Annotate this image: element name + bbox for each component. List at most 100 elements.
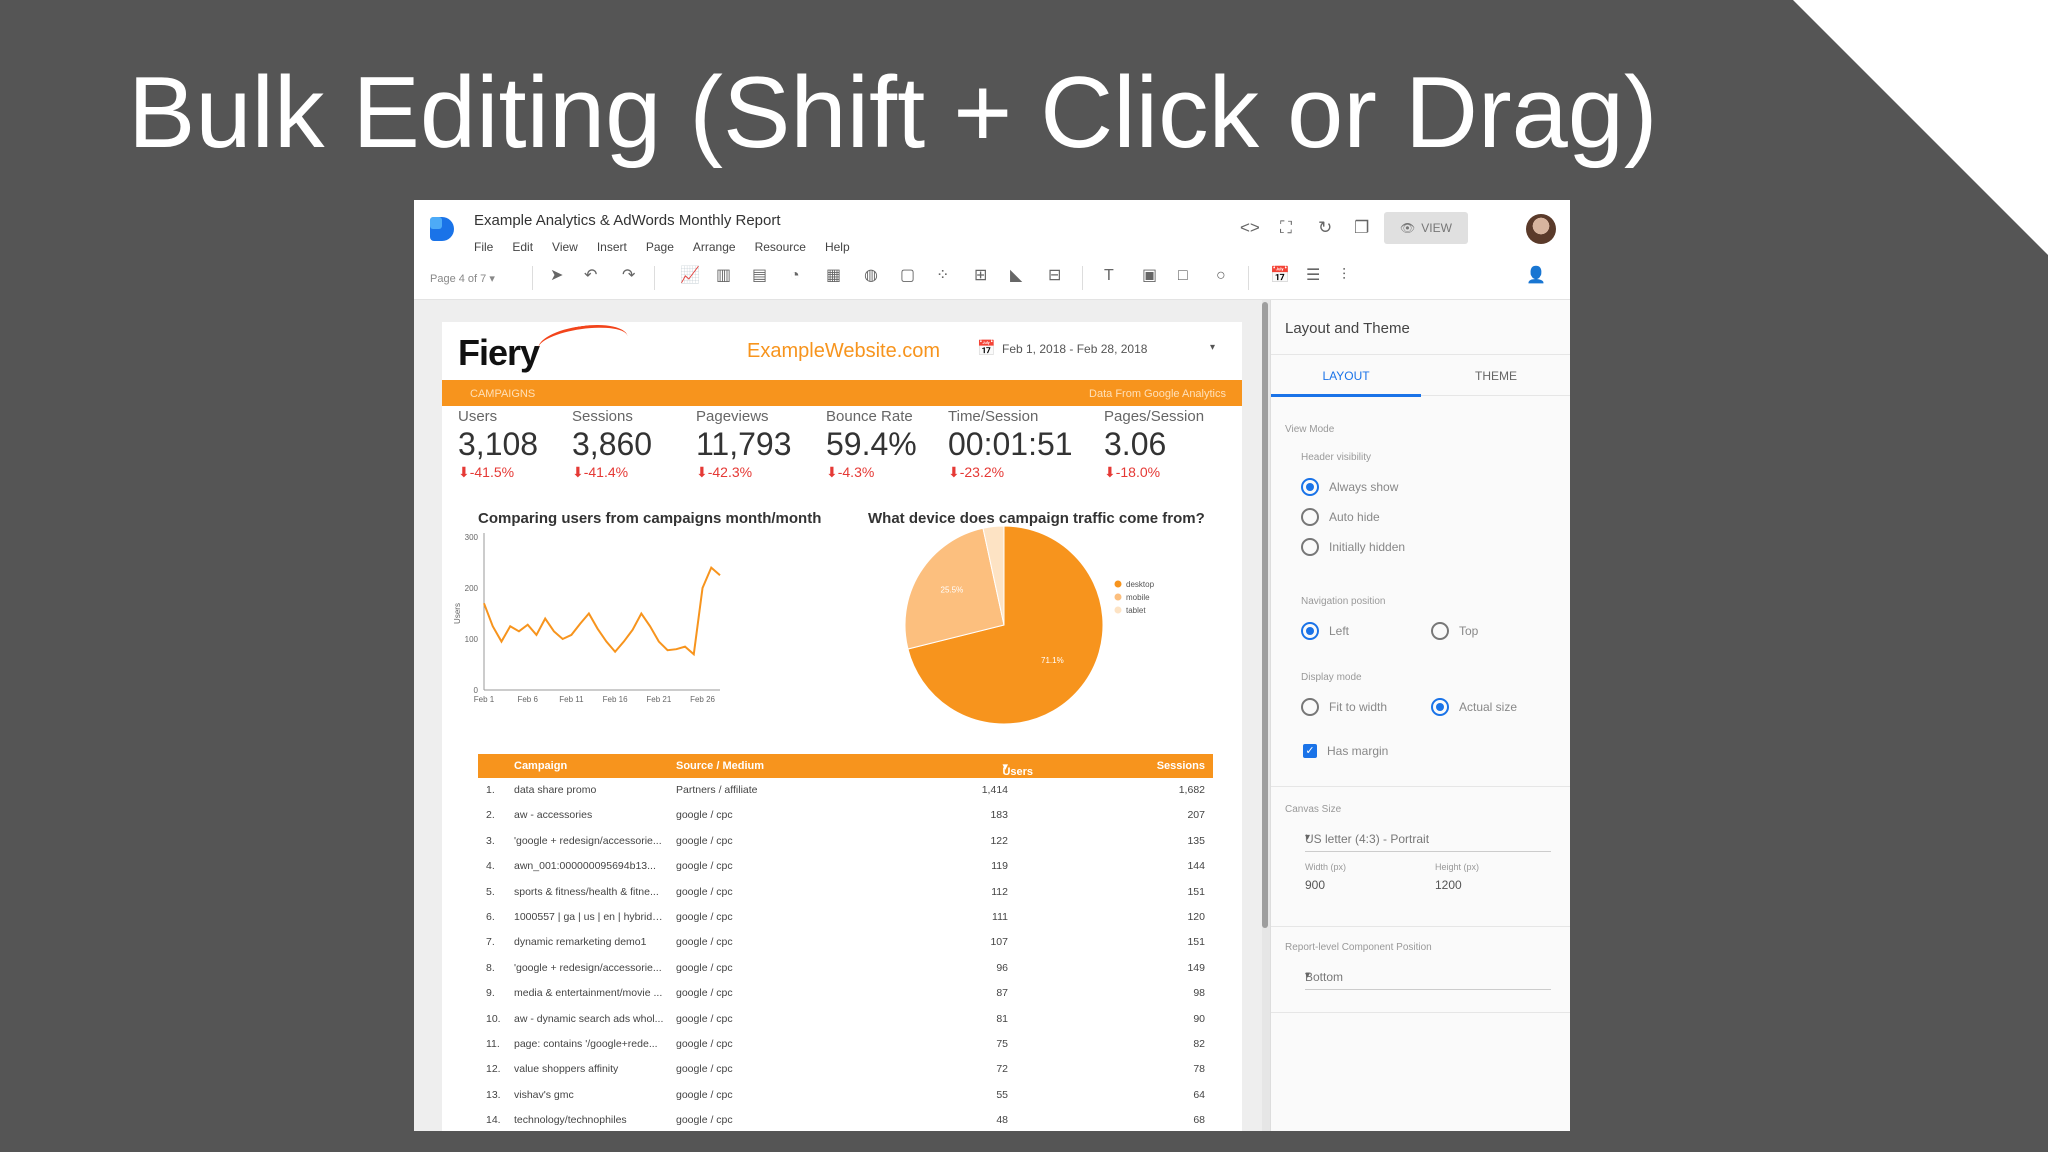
radio-initially-hidden[interactable]: Initially hidden [1301, 538, 1405, 556]
option-label: Fit to width [1329, 700, 1388, 714]
check-icon[interactable]: ✓ [1303, 744, 1317, 758]
copy-icon[interactable]: ❐ [1354, 218, 1369, 238]
circle-icon[interactable]: ○ [1216, 268, 1226, 284]
campaign-table[interactable]: Campaign Source / Medium Users ▾ Session… [478, 754, 1213, 1131]
radio-actual-size[interactable]: Actual size [1431, 698, 1517, 716]
cell-users: 87 [996, 987, 1008, 1000]
kpi-change: ⬇-18.0% [1104, 464, 1161, 480]
data-control-icon[interactable]: ⫶ [1342, 268, 1346, 284]
table-row[interactable]: 14. technology/technophiles google / cpc 48… [478, 1108, 1213, 1131]
menu-page[interactable]: Page [646, 240, 674, 254]
table-row[interactable]: 4. awn_001:000000095694b13... google / cpc… [478, 854, 1213, 879]
table-row[interactable]: 13. vishav's gmc google / cpc 55 64 [478, 1083, 1213, 1108]
header-campaign[interactable]: Campaign [514, 760, 664, 772]
menu-resource[interactable]: Resource [755, 240, 806, 254]
radio-button[interactable] [1301, 538, 1319, 556]
height-field[interactable]: Height (px) 1200 [1435, 862, 1479, 892]
radio-button[interactable] [1301, 698, 1319, 716]
tab-theme[interactable]: THEME [1421, 369, 1570, 383]
table-row[interactable]: 10. aw - dynamic search ads whol... google… [478, 1007, 1213, 1032]
document-title[interactable]: Example Analytics & AdWords Monthly Repo… [474, 212, 781, 229]
cell-campaign: 1000557 | ga | us | en | hybrid |... [514, 910, 664, 923]
cell-campaign: aw - dynamic search ads whol... [514, 1012, 664, 1025]
report-canvas[interactable]: Fiery ExampleWebsite.com 📅 Feb 1, 2018 -… [414, 300, 1262, 1131]
radio-nav-top[interactable]: Top [1431, 622, 1478, 640]
table-row[interactable]: 1. data share promo Partners / affiliate 1,… [478, 778, 1213, 803]
menu-help[interactable]: Help [825, 240, 850, 254]
width-field[interactable]: Width (px) 900 [1305, 862, 1346, 892]
radio-fit-to-width[interactable]: Fit to width [1301, 698, 1387, 716]
kpi-value: 59.4% [826, 426, 917, 462]
table-icon[interactable]: ▦ [826, 268, 841, 284]
cell-campaign: technology/technophiles [514, 1114, 627, 1127]
table-row[interactable]: 3. 'google + redesign/accessorie... google… [478, 829, 1213, 854]
table-row[interactable]: 5. sports & fitness/health & fitne... goog… [478, 880, 1213, 905]
header-users[interactable]: Users ▾ [1002, 760, 1033, 778]
table-row[interactable]: 11. page: contains '/google+rede... google… [478, 1032, 1213, 1057]
area-chart-icon[interactable]: ◣ [1010, 268, 1022, 284]
view-button[interactable]: 👁 VIEW [1384, 212, 1468, 244]
scorecard-icon[interactable]: ▢ [900, 268, 915, 284]
header-source[interactable]: Source / Medium [676, 760, 764, 772]
table-row[interactable]: 2. aw - accessories google / cpc 183 207 [478, 803, 1213, 828]
canvas-size-select[interactable]: US letter (4:3) - Portrait ▾ [1305, 824, 1551, 852]
table-row[interactable]: 8. 'google + redesign/accessorie... google… [478, 956, 1213, 981]
cell-sessions: 98 [1193, 987, 1205, 1000]
radio-nav-left[interactable]: Left [1301, 622, 1349, 640]
line-chart[interactable]: 0 100 200 300 Feb 1 Feb 6 Feb 11 Feb 16 Feb 21 Fe… [452, 522, 752, 712]
refresh-icon[interactable]: ↻ [1318, 218, 1332, 238]
radio-always-show[interactable]: Always show [1301, 478, 1398, 496]
pivot-table-icon[interactable]: ⊟ [1048, 268, 1061, 284]
scatter-chart-icon[interactable]: ⁘ [936, 268, 949, 284]
component-position-select[interactable]: Bottom ▾ [1305, 962, 1551, 990]
menu-file[interactable]: File [474, 240, 493, 254]
geo-map-icon[interactable]: ◍ [864, 268, 878, 284]
radio-button[interactable] [1431, 698, 1449, 716]
fullscreen-icon[interactable]: ⛶ [1280, 218, 1292, 238]
bar-chart-icon[interactable]: ▥ [716, 268, 731, 284]
filter-control-icon[interactable]: ☰ [1306, 268, 1320, 284]
cell-campaign: 'google + redesign/accessorie... [514, 834, 662, 847]
radio-auto-hide[interactable]: Auto hide [1301, 508, 1380, 526]
select-pointer-icon[interactable]: ➤ [550, 268, 563, 284]
radio-button[interactable] [1301, 508, 1319, 526]
code-icon[interactable]: <> [1240, 218, 1260, 238]
radio-button[interactable] [1301, 478, 1319, 496]
has-margin-checkbox[interactable]: ✓ Has margin [1303, 744, 1388, 758]
radio-button[interactable] [1431, 622, 1449, 640]
time-series-icon[interactable]: 📈 [680, 268, 700, 284]
row-number: 6. [486, 910, 495, 923]
redo-icon[interactable]: ↷ [622, 268, 635, 284]
combo-chart-icon[interactable]: ▤ [752, 268, 767, 284]
table-row[interactable]: 9. media & entertainment/movie ... google … [478, 981, 1213, 1006]
cell-source: google / cpc [676, 1037, 733, 1050]
avatar[interactable] [1526, 214, 1556, 244]
menu-insert[interactable]: Insert [597, 240, 627, 254]
table-row[interactable]: 7. dynamic remarketing demo1 google / cpc 1… [478, 930, 1213, 955]
date-range-icon[interactable]: 📅 [1270, 268, 1290, 284]
page-selector[interactable]: Page 4 of 7 ▾ [430, 272, 495, 285]
header-sessions[interactable]: Sessions [1157, 760, 1205, 772]
tab-layout[interactable]: LAYOUT [1271, 369, 1421, 383]
image-icon[interactable]: ▣ [1142, 268, 1157, 284]
chevron-down-icon[interactable]: ▾ [1210, 342, 1215, 353]
website-title[interactable]: ExampleWebsite.com [747, 340, 940, 363]
table-row[interactable]: 12. value shoppers affinity google / cpc 72… [478, 1057, 1213, 1082]
data-studio-logo-icon[interactable] [430, 217, 454, 241]
text-icon[interactable]: T [1104, 268, 1114, 284]
add-person-icon[interactable]: 👤 [1526, 268, 1546, 284]
date-range-control[interactable]: Feb 1, 2018 - Feb 28, 2018 [1002, 342, 1147, 356]
rectangle-icon[interactable]: □ [1178, 268, 1188, 284]
menu-edit[interactable]: Edit [512, 240, 533, 254]
pie-chart-icon[interactable]: ◔ [790, 268, 800, 284]
bullet-chart-icon[interactable]: ⊞ [974, 268, 987, 284]
radio-button[interactable] [1301, 622, 1319, 640]
pie-chart[interactable]: 71.1% 25.5% desktop mobile tablet [842, 512, 1242, 732]
cell-source: google / cpc [676, 834, 733, 847]
menu-view[interactable]: View [552, 240, 578, 254]
section-banner[interactable]: CAMPAIGNS Data From Google Analytics [442, 380, 1242, 406]
undo-icon[interactable]: ↶ [584, 268, 597, 284]
canvas-scroll-thumb[interactable] [1262, 302, 1268, 928]
menu-arrange[interactable]: Arrange [693, 240, 736, 254]
table-row[interactable]: 6. 1000557 | ga | us | en | hybrid |... go… [478, 905, 1213, 930]
